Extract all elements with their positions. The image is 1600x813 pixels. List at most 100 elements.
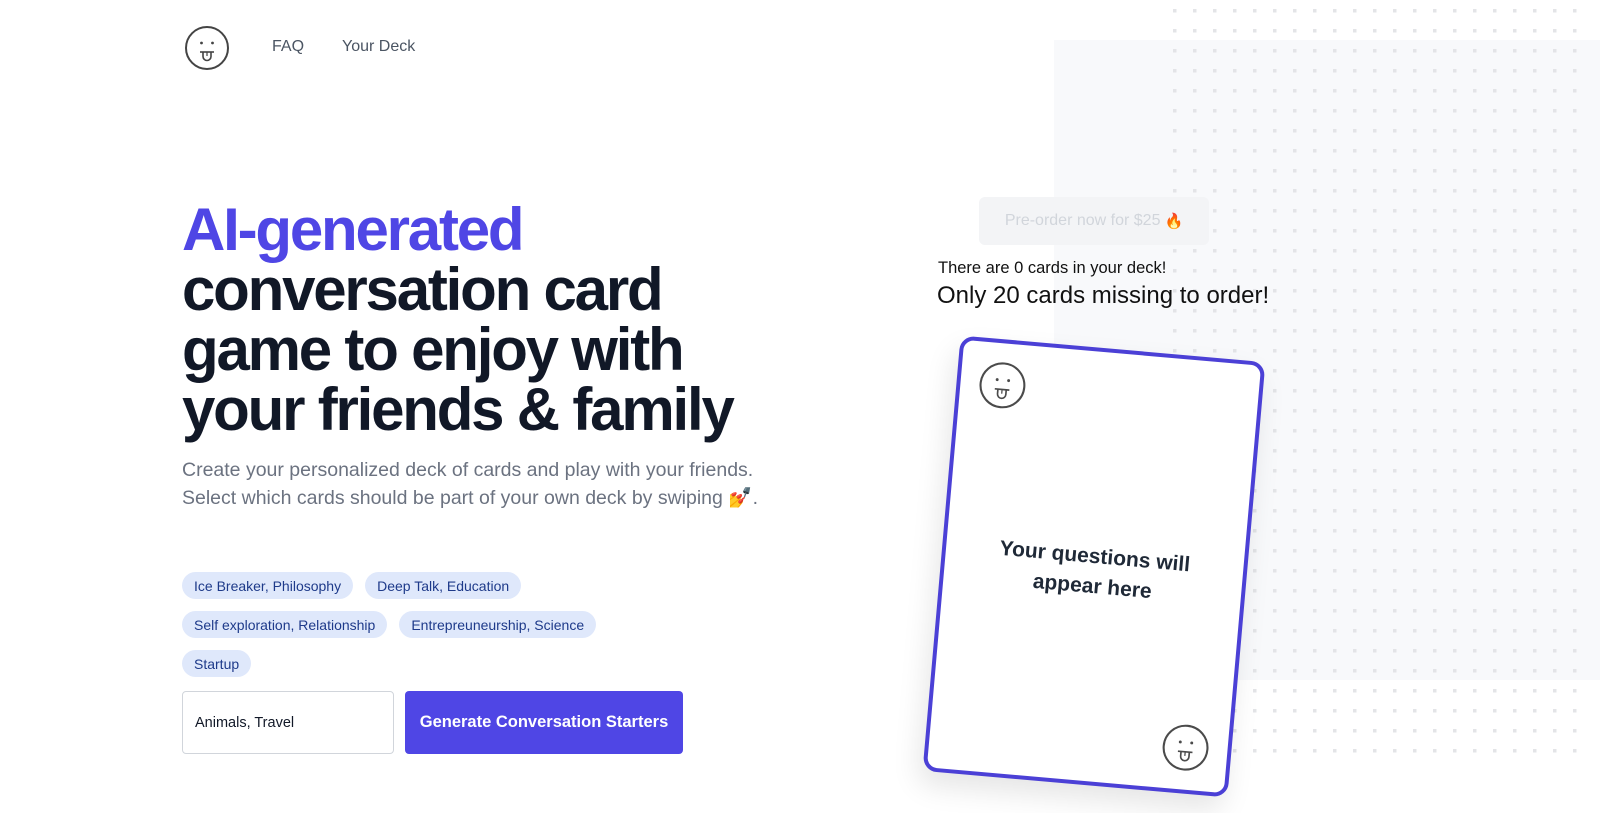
background-dot: [1433, 569, 1437, 573]
background-dot: [1293, 569, 1297, 573]
generate-conversation-starters-button[interactable]: Generate Conversation Starters: [405, 691, 683, 754]
background-dot: [1513, 609, 1517, 613]
background-dot: [1473, 109, 1477, 113]
background-dot: [1213, 9, 1217, 13]
background-dot: [1453, 649, 1457, 653]
topic-tag[interactable]: Deep Talk, Education: [365, 572, 522, 599]
background-dot: [1373, 249, 1377, 253]
background-dot: [1253, 609, 1257, 613]
background-dot: [1413, 669, 1417, 673]
background-dot: [1433, 289, 1437, 293]
background-dot: [1373, 609, 1377, 613]
background-dot: [1313, 149, 1317, 153]
background-dot: [1473, 409, 1477, 413]
background-dot: [1393, 349, 1397, 353]
background-dot: [1533, 89, 1537, 93]
nav-your-deck-link[interactable]: Your Deck: [342, 38, 415, 56]
background-dot: [1573, 29, 1577, 33]
background-dot: [1293, 509, 1297, 513]
background-dot: [1313, 489, 1317, 493]
question-card[interactable]: Your questions will appear here: [922, 335, 1266, 798]
background-dot: [1313, 189, 1317, 193]
background-dot: [1433, 209, 1437, 213]
background-dot: [1413, 749, 1417, 753]
background-dot: [1413, 729, 1417, 733]
background-dot: [1533, 69, 1537, 73]
background-dot: [1473, 689, 1477, 693]
background-dot: [1173, 189, 1177, 193]
background-dot: [1313, 709, 1317, 713]
background-dot: [1573, 169, 1577, 173]
background-dot: [1233, 249, 1237, 253]
background-dot: [1413, 569, 1417, 573]
background-dot: [1313, 729, 1317, 733]
background-dot: [1273, 149, 1277, 153]
background-dot: [1573, 689, 1577, 693]
background-dot: [1173, 49, 1177, 53]
topic-tag[interactable]: Startup: [182, 650, 252, 677]
background-dot: [1533, 509, 1537, 513]
background-dot: [1193, 189, 1197, 193]
background-dot: [1533, 229, 1537, 233]
background-dot: [1373, 509, 1377, 513]
background-dot: [1573, 149, 1577, 153]
topics-input[interactable]: [182, 691, 394, 754]
background-dot: [1353, 589, 1357, 593]
nav-faq-link[interactable]: FAQ: [272, 38, 304, 56]
background-dot: [1393, 649, 1397, 653]
topic-tag[interactable]: Self exploration, Relationship: [182, 611, 388, 638]
background-dot: [1473, 89, 1477, 93]
preorder-button[interactable]: Pre-order now for $25 🔥: [979, 197, 1209, 245]
background-dot: [1513, 229, 1517, 233]
background-dot: [1573, 69, 1577, 73]
background-dot: [1373, 349, 1377, 353]
background-dot: [1253, 49, 1257, 53]
background-dot: [1513, 249, 1517, 253]
background-dot: [1373, 749, 1377, 753]
background-dot: [1553, 169, 1557, 173]
background-dot: [1493, 149, 1497, 153]
background-dot: [1493, 89, 1497, 93]
background-dot: [1193, 149, 1197, 153]
background-dot: [1573, 649, 1577, 653]
background-dot: [1273, 269, 1277, 273]
background-dot: [1573, 229, 1577, 233]
background-dot: [1413, 49, 1417, 53]
background-dot: [1553, 709, 1557, 713]
background-dot: [1493, 669, 1497, 673]
background-dot: [1493, 389, 1497, 393]
background-dot: [1553, 589, 1557, 593]
background-dot: [1393, 689, 1397, 693]
background-dot: [1513, 89, 1517, 93]
background-dot: [1313, 549, 1317, 553]
background-dot: [1513, 169, 1517, 173]
background-dot: [1193, 69, 1197, 73]
background-dot: [1553, 509, 1557, 513]
background-dot: [1573, 469, 1577, 473]
background-dot: [1433, 629, 1437, 633]
background-dot: [1513, 709, 1517, 713]
background-dot: [1433, 29, 1437, 33]
background-dot: [1453, 49, 1457, 53]
background-dot: [1473, 629, 1477, 633]
background-dot: [1313, 309, 1317, 313]
background-dot: [1493, 349, 1497, 353]
background-dot: [1233, 349, 1237, 353]
background-dot: [1353, 749, 1357, 753]
background-dot: [1373, 389, 1377, 393]
background-dot: [1293, 389, 1297, 393]
background-dot: [1393, 569, 1397, 573]
background-dot: [1273, 49, 1277, 53]
topic-tag[interactable]: Entrepreuneurship, Science: [399, 611, 597, 638]
background-dot: [1353, 189, 1357, 193]
logo-tongue-out-face-icon[interactable]: [184, 25, 230, 71]
topic-tag[interactable]: Ice Breaker, Philosophy: [182, 572, 354, 599]
background-dot: [1533, 309, 1537, 313]
background-dot: [1393, 749, 1397, 753]
background-dot: [1393, 69, 1397, 73]
background-dot: [1453, 629, 1457, 633]
background-dot: [1193, 9, 1197, 13]
background-dot: [1493, 369, 1497, 373]
background-dot: [1453, 189, 1457, 193]
background-dot: [1273, 349, 1277, 353]
